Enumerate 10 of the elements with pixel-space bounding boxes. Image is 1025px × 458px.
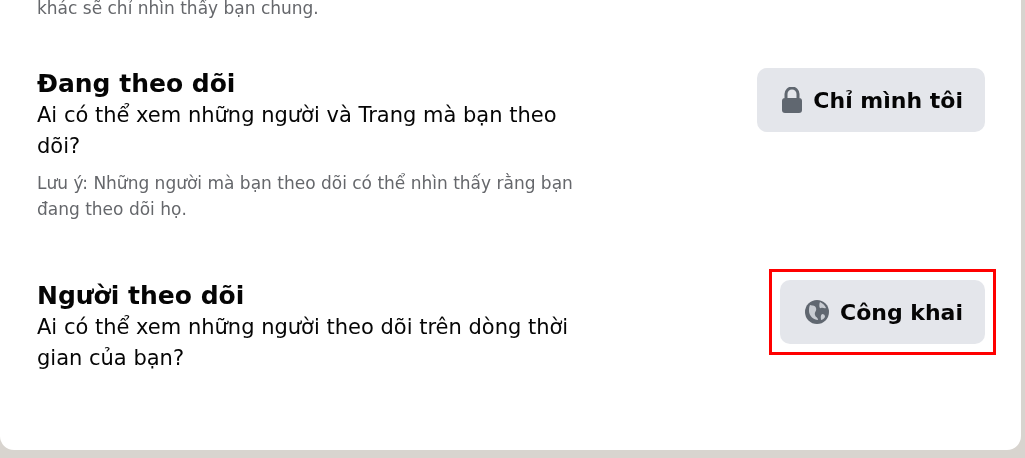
- lock-icon: [781, 87, 804, 113]
- setting-question: Ai có thể xem những người và Trang mà bạn theo dõi?: [37, 102, 558, 160]
- audience-button[interactable]: Công khai: [780, 280, 985, 344]
- setting-question: Ai có thể xem những người theo dõi trên dòng thời gian của bạn?: [37, 314, 570, 372]
- globe-icon: [804, 299, 830, 325]
- setting-title: Người theo dõi: [37, 280, 246, 312]
- setting-title: Đang theo dõi: [37, 68, 237, 100]
- description-text: khác sẽ chỉ nhìn thấy bạn chung.: [37, 0, 320, 18]
- audience-button[interactable]: Chỉ mình tôi: [757, 68, 985, 132]
- setting-note: Lưu ý: Những người mà bạn theo dõi có thể nhìn thấy rằng bạn đang theo dõi họ.: [37, 172, 574, 221]
